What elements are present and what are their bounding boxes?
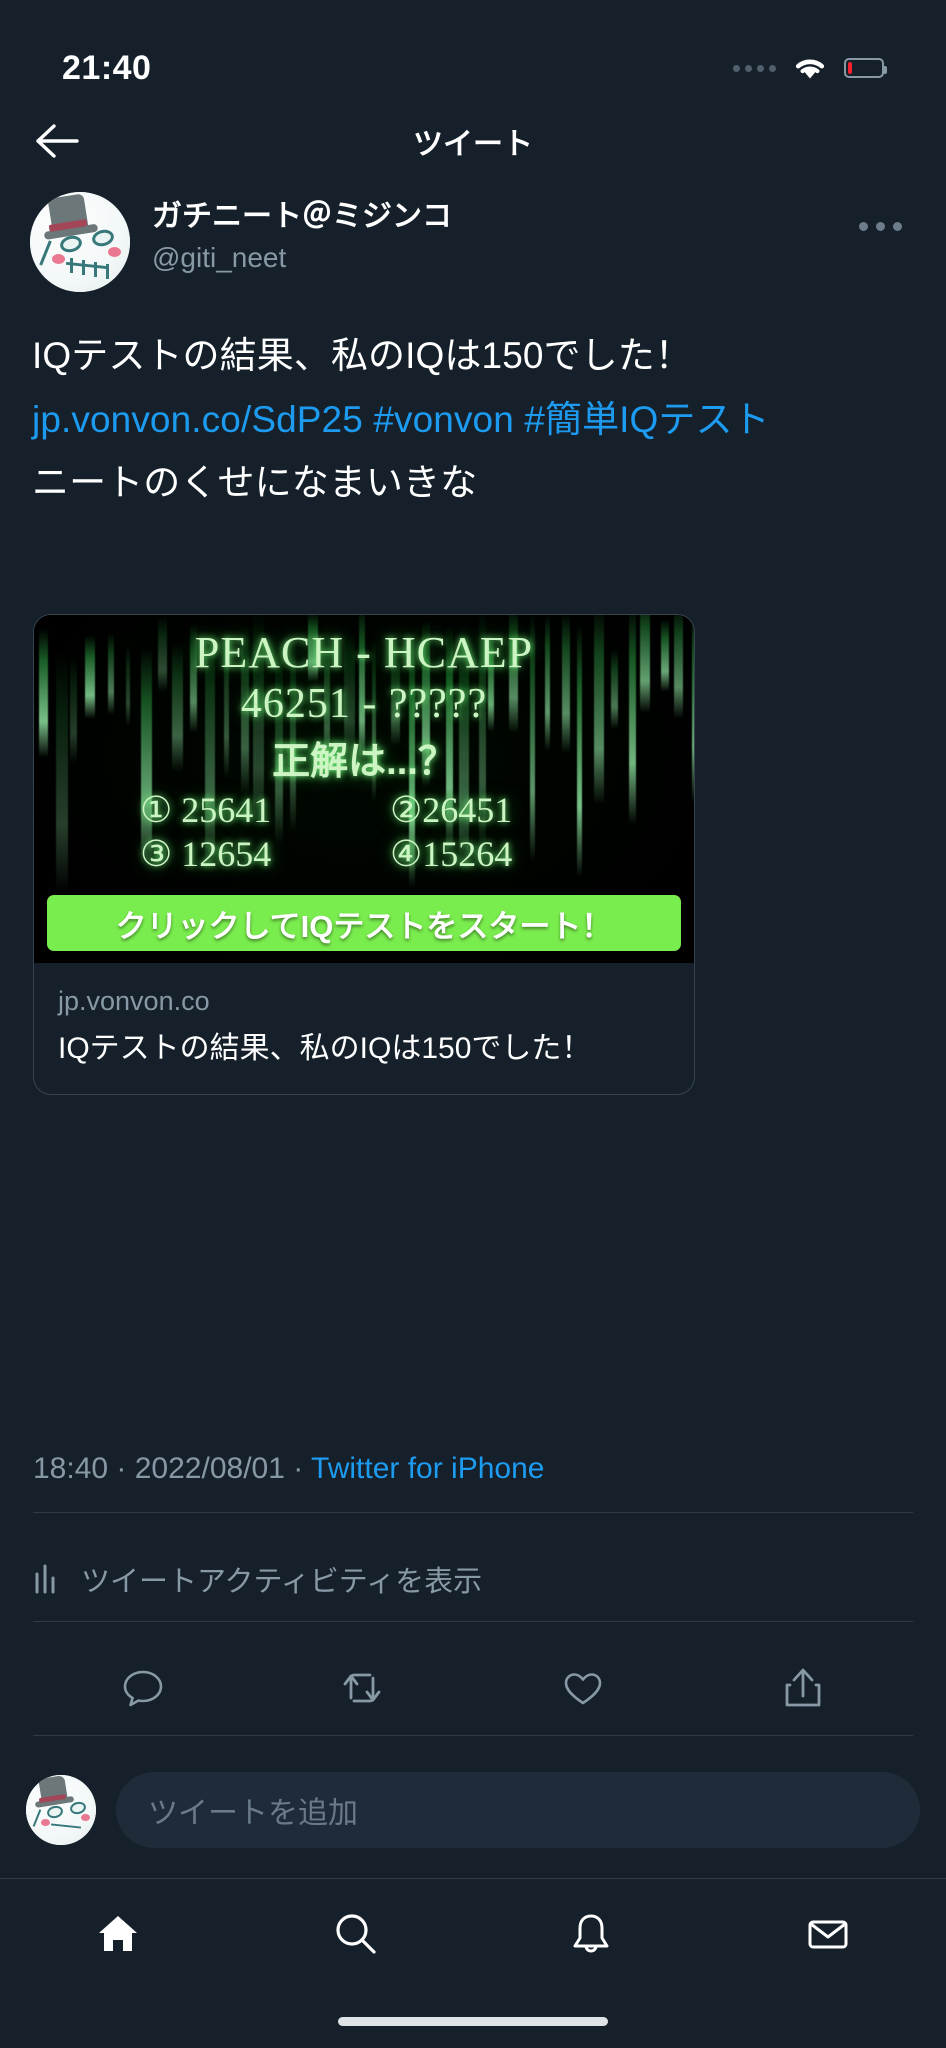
tweet-text-segment-2: ニートのくせになまいきな [32,462,478,504]
tweet-activity-label: ツイートアクティビティを表示 [81,1566,483,1598]
compose-input[interactable]: ツイートを追加 [116,1772,920,1848]
card-image-line-3: 正解は...？ [272,741,456,783]
tweet-hashtag-iqtest[interactable]: #簡単IQテスト [524,399,769,440]
tab-notifications[interactable] [536,1894,646,1974]
divider-middle [33,1621,913,1622]
card-image-options: ① 25641 ②26451 ③ 12654 ④15264 [114,789,614,875]
display-name: ガチニート＠ミジンコ [152,200,452,233]
page-title: ツイート [413,128,533,161]
navigation-bar: ツイート [0,100,946,182]
link-preview-card[interactable]: PEACH - HCAEP 46251 - ????? 正解は...？ ① 25… [33,614,695,1095]
option-3: ③ 12654 [140,834,272,874]
battery-low-icon [844,58,887,78]
tweet-source[interactable]: Twitter for iPhone [311,1452,544,1485]
avatar[interactable] [30,192,130,292]
wifi-icon [795,59,825,79]
arrow-left-icon [36,124,79,158]
back-button[interactable] [28,111,88,171]
meta-sep-2: · [284,1452,312,1485]
compose-avatar[interactable] [26,1775,96,1845]
comment-icon [123,1670,163,1707]
tab-search[interactable] [300,1894,410,1974]
retweet-button[interactable] [323,1657,403,1719]
card-image-line-2: 46251 - ????? [240,681,488,727]
card-image[interactable]: PEACH - HCAEP 46251 - ????? 正解は...？ ① 25… [34,615,694,963]
bar-chart-icon [35,1564,55,1594]
start-iq-test-button[interactable]: クリックしてIQテストをスタート！ [47,895,681,951]
author-block[interactable]: ガチニート＠ミジンコ @giti_neet [152,192,452,276]
tweet-text-segment-1: IQテストの結果、私のIQは150でした！ [32,335,692,376]
option-4: ④15264 [390,834,513,874]
handle: @giti_neet [152,241,287,273]
tweet-body: IQテストの結果、私のIQは150でした！ jp.vonvon.co/SdP25… [32,324,912,515]
card-title: IQテストの結果、私のIQは150でした！ [58,1031,592,1065]
heart-icon [564,1673,602,1705]
tweet-hashtag-vonvon[interactable]: #vonvon [373,399,514,440]
option-2: ②26451 [390,790,513,830]
meta-sep-1: · [108,1452,135,1485]
share-button[interactable] [763,1657,843,1719]
bell-icon [573,1914,609,1952]
share-icon [785,1668,821,1707]
reply-button[interactable] [103,1657,183,1719]
tweet-activity-row[interactable]: ツイートアクティビティを表示 [33,1548,913,1610]
signal-dots-icon [733,64,776,72]
home-indicator [338,2017,608,2026]
status-time: 21:40 [62,48,152,87]
divider-bottom [33,1735,913,1736]
twitter-tweet-screen: 21:40 ツイート ガチニート＠ミジンコ @giti_neet IQテストの結… [0,0,946,2048]
tab-messages[interactable] [773,1894,883,1974]
card-domain: jp.vonvon.co [58,986,210,1016]
tweet-link[interactable]: jp.vonvon.co/SdP25 [32,399,363,440]
ellipsis-icon [859,222,868,231]
tweet-actions [33,1648,913,1728]
tweet-header: ガチニート＠ミジンコ @giti_neet [0,192,946,304]
home-icon [99,1915,138,1951]
status-bar: 21:40 [0,0,946,108]
mail-icon [808,1920,848,1948]
search-icon [336,1913,376,1954]
tweet-date: 2022/08/01 [134,1452,285,1485]
compose-bar: ツイートを追加 [0,1745,946,1875]
tab-bar [0,1878,946,1988]
tweet-time: 18:40 [33,1452,109,1485]
tweet-meta: 18:40 · 2022/08/01 · Twitter for iPhone [33,1452,913,1486]
tweet-space-2 [514,399,524,440]
like-button[interactable] [543,1657,623,1719]
tweet-space [363,399,373,440]
tab-home[interactable] [63,1894,173,1974]
option-1: ① 25641 [140,790,272,830]
card-body: jp.vonvon.co IQテストの結果、私のIQは150でした！ [34,963,694,1094]
card-image-line-1: PEACH - HCAEP [194,628,534,677]
status-indicators [733,54,887,82]
retweet-icon [343,1673,381,1703]
divider-top [33,1512,913,1513]
more-options-button[interactable] [849,212,912,241]
